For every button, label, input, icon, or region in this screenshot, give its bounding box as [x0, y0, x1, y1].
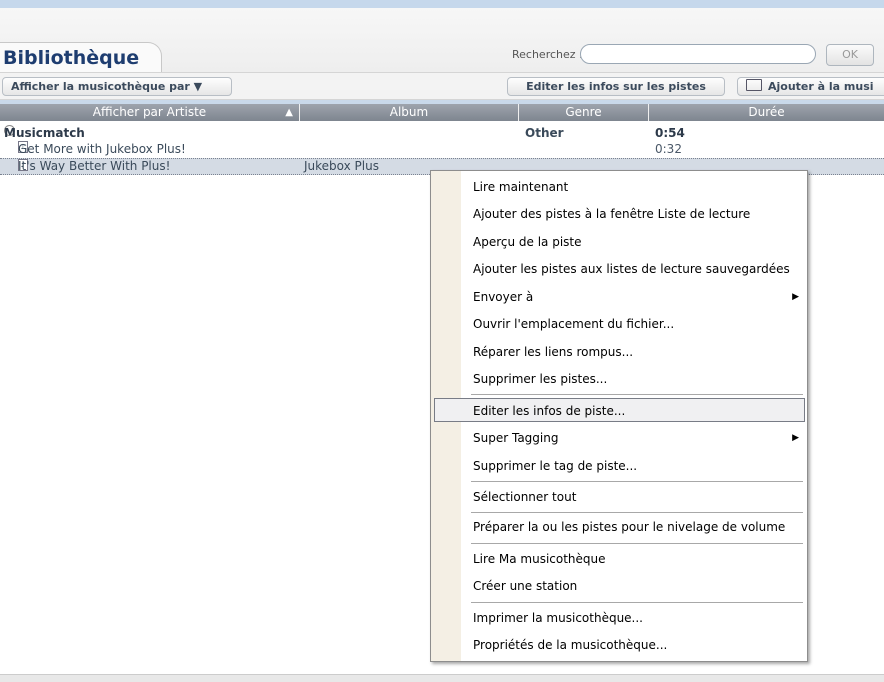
menu-item-edit-track-info[interactable]: Editer les infos de piste...: [434, 398, 805, 422]
column-header-artist[interactable]: Afficher par Artiste ▲: [0, 104, 300, 121]
music-library-window: Bibliothèque Recherchez : OK Afficher la…: [0, 0, 884, 682]
track-title: Get More with Jukebox Plus!: [18, 142, 186, 156]
library-title-tab: Bibliothèque: [0, 42, 163, 72]
track-title: It's Way Better With Plus!: [18, 159, 171, 173]
submenu-arrow-icon: ▶: [792, 292, 799, 302]
search-label: Recherchez :: [512, 48, 583, 61]
menu-item-volume-leveling[interactable]: Préparer la ou les pistes pour le nivela…: [431, 515, 807, 539]
menu-item-library-properties[interactable]: Propriétés de la musicothèque...: [431, 633, 807, 657]
menu-item-delete-tracks[interactable]: Supprimer les pistes...: [431, 367, 807, 391]
menu-item-select-all[interactable]: Sélectionner tout: [431, 485, 807, 509]
search-input[interactable]: [580, 44, 816, 64]
menu-item-preview-track[interactable]: Aperçu de la piste: [431, 230, 807, 254]
menu-separator: [471, 481, 803, 482]
menu-separator: [471, 543, 803, 544]
context-menu: Lire maintenant Ajouter des pistes à la …: [430, 170, 808, 662]
library-toolbar: Afficher la musicothèque par ▼ Editer le…: [0, 72, 884, 100]
artist-name: Musicmatch: [4, 126, 85, 140]
row-duration: 0:54: [655, 126, 685, 140]
menu-item-add-to-playlist-window[interactable]: Ajouter des pistes à la fenêtre Liste de…: [431, 202, 807, 226]
add-to-library-label: Ajouter à la musi: [768, 80, 874, 93]
column-header-bar: Afficher par Artiste ▲ Album Genre Durée: [0, 104, 884, 121]
window-frame: [0, 0, 884, 8]
menu-separator: [471, 394, 803, 395]
menu-item-create-station[interactable]: Créer une station: [431, 574, 807, 598]
submenu-arrow-icon: ▶: [792, 433, 799, 443]
sort-ascending-icon: ▲: [285, 107, 293, 118]
row-duration: 0:32: [655, 142, 682, 156]
menu-item-remove-track-tag[interactable]: Supprimer le tag de piste...: [431, 454, 807, 478]
status-bar: [0, 674, 884, 682]
library-header: Bibliothèque Recherchez : OK: [0, 8, 884, 72]
folder-open-icon: [746, 79, 762, 91]
menu-item-repair-broken-links[interactable]: Réparer les liens rompus...: [431, 340, 807, 364]
menu-item-print-library[interactable]: Imprimer la musicothèque...: [431, 606, 807, 630]
row-genre: Other: [525, 126, 564, 140]
menu-item-open-file-location[interactable]: Ouvrir l'emplacement du fichier...: [431, 312, 807, 336]
table-row[interactable]: ♪ Get More with Jukebox Plus! 0:32: [0, 141, 884, 157]
menu-item-play-now[interactable]: Lire maintenant: [431, 175, 807, 199]
search-ok-button[interactable]: OK: [826, 44, 874, 66]
page-title: Bibliothèque: [3, 47, 140, 69]
column-header-album[interactable]: Album: [300, 104, 519, 121]
column-label-artist: Afficher par Artiste: [92, 105, 207, 119]
add-to-library-button[interactable]: Ajouter à la musi: [737, 77, 884, 96]
view-library-by-button[interactable]: Afficher la musicothèque par ▼: [2, 77, 232, 96]
row-album: Jukebox Plus: [304, 159, 379, 173]
menu-item-label: Envoyer à: [473, 290, 534, 304]
menu-separator: [471, 602, 803, 603]
menu-item-add-to-saved-playlists[interactable]: Ajouter les pistes aux listes de lecture…: [431, 257, 807, 281]
menu-item-play-my-library[interactable]: Lire Ma musicothèque: [431, 547, 807, 571]
menu-item-label: Super Tagging: [473, 431, 559, 445]
column-header-genre[interactable]: Genre: [519, 104, 649, 121]
menu-item-super-tagging[interactable]: Super Tagging ▶: [431, 426, 807, 450]
edit-track-info-button[interactable]: Editer les infos sur les pistes: [507, 77, 725, 96]
column-header-duration[interactable]: Durée: [649, 104, 884, 121]
table-row[interactable]: Musicmatch Other 0:54: [0, 125, 884, 141]
menu-item-send-to[interactable]: Envoyer à ▶: [431, 285, 807, 309]
menu-separator: [471, 512, 803, 513]
